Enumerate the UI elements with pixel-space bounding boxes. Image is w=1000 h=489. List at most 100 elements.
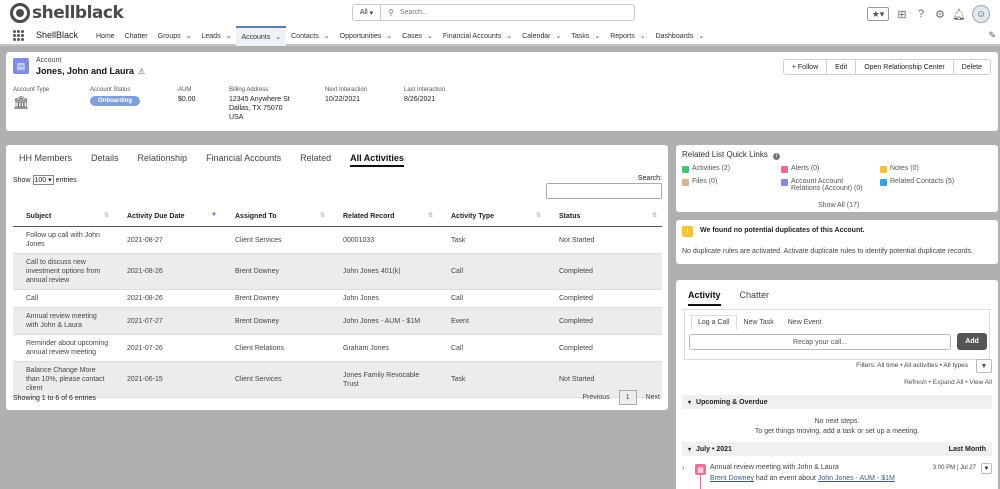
add-button[interactable]: Add	[957, 333, 987, 350]
search-input[interactable]	[399, 9, 634, 16]
gear-icon[interactable]: ⚙	[934, 8, 946, 21]
quick-link-icon	[880, 179, 887, 186]
tab-relationship[interactable]: Relationship	[138, 153, 188, 167]
nav-item-opportunities[interactable]: Opportunities ⌄	[335, 26, 398, 46]
event-title[interactable]: Annual review meeting with John & Laura	[710, 464, 839, 471]
quick-link-item[interactable]: Activities (2)	[682, 165, 730, 173]
column-header-activity-type[interactable]: Activity Type ⇅	[438, 207, 546, 227]
tab-details[interactable]: Details	[91, 153, 119, 167]
next-interaction-field: Next Interaction 10/22/2021	[325, 87, 368, 103]
tab-related[interactable]: Related	[300, 153, 331, 167]
table-cell: John Jones 401(k)	[330, 253, 438, 290]
table-row[interactable]: Reminder about upcoming annual review me…	[13, 334, 662, 362]
chevron-down-icon[interactable]: ⌄	[324, 32, 330, 40]
table-row[interactable]: Call 2021-08-26 Brent Downey John Jones Call…	[13, 289, 662, 308]
quick-link-icon	[781, 166, 788, 173]
tab-financial-accounts[interactable]: Financial Accounts	[206, 153, 281, 167]
nav-item-accounts[interactable]: Accounts ⌄	[236, 26, 287, 46]
chevron-right-icon[interactable]: ›	[682, 465, 684, 472]
delete-button[interactable]: Delete	[952, 59, 991, 75]
nav-item-cases[interactable]: Cases ⌄	[397, 26, 438, 46]
upcoming-overdue-section[interactable]: ▾ Upcoming & Overdue	[682, 395, 992, 409]
page-length-select[interactable]: 100 ▾	[32, 175, 54, 185]
chevron-down-icon[interactable]: ⌄	[698, 32, 704, 40]
avatar[interactable]: ☺	[972, 5, 990, 23]
nav-item-home[interactable]: Home	[91, 26, 120, 46]
tab-all-activities[interactable]: All Activities	[350, 153, 404, 167]
table-body: Follow up call with John Jones 2021-08-27…	[13, 226, 662, 398]
chevron-down-icon[interactable]: ⌄	[226, 32, 232, 40]
tab-activity[interactable]: Activity	[688, 290, 721, 306]
search-scope-dropdown[interactable]: All ▾	[353, 5, 381, 20]
quick-link-item[interactable]: Alerts (0)	[781, 165, 819, 173]
timeline-event: › ▦ Annual review meeting with John & La…	[682, 463, 992, 489]
table-row[interactable]: Follow up call with John Jones 2021-08-27…	[13, 226, 662, 254]
column-header-activity-due-date[interactable]: Activity Due Date ▼	[114, 207, 222, 227]
table-search-input[interactable]	[546, 183, 662, 199]
event-menu-icon[interactable]: ▼	[981, 463, 992, 474]
quick-link-icon	[781, 179, 788, 186]
chevron-down-icon[interactable]: ⌄	[275, 33, 281, 41]
quick-link-item[interactable]: Account Account Relations (Account) (0)	[781, 178, 869, 192]
nav-item-financial-accounts[interactable]: Financial Accounts ⌄	[438, 26, 517, 46]
add-icon[interactable]: ⊞	[896, 8, 908, 21]
tab-hh-members[interactable]: HH Members	[19, 153, 72, 167]
tab-new-task[interactable]: New Task	[737, 315, 781, 330]
timeline-links[interactable]: Refresh • Expand All • View All	[904, 379, 992, 386]
table-cell: Call	[438, 334, 546, 362]
tab-new-event[interactable]: New Event	[781, 315, 829, 330]
chevron-down-icon[interactable]: ⌄	[427, 32, 433, 40]
chevron-down-icon[interactable]: ⌄	[640, 32, 646, 40]
help-icon[interactable]: ?	[915, 8, 927, 20]
notifications-bell-icon[interactable]: 🔔︎	[952, 8, 966, 21]
previous-page-button[interactable]: Previous	[582, 394, 609, 401]
table-cell: Call	[13, 289, 114, 308]
shellblack-logo[interactable]: shellblack	[10, 3, 124, 23]
related-record-link[interactable]: John Jones - AUM - $1M	[818, 475, 895, 482]
chevron-down-icon[interactable]: ⌄	[506, 32, 512, 40]
edit-button[interactable]: Edit	[826, 59, 857, 75]
quick-link-item[interactable]: Related Contacts (5)	[880, 178, 954, 186]
event-icon: ▦	[695, 464, 706, 475]
chevron-down-icon[interactable]: ⌄	[556, 32, 562, 40]
table-row[interactable]: Call to discuss new investment options f…	[13, 253, 662, 290]
tab-chatter[interactable]: Chatter	[740, 290, 770, 306]
filter-icon[interactable]: ▼	[976, 359, 992, 373]
table-cell: Task	[438, 226, 546, 254]
chevron-down-icon[interactable]: ⌄	[386, 32, 392, 40]
nav-item-dashboards[interactable]: Dashboards ⌄	[651, 26, 710, 46]
quick-link-item[interactable]: Notes (0)	[880, 165, 919, 173]
nav-item-leads[interactable]: Leads ⌄	[197, 26, 237, 46]
table-row[interactable]: Annual review meeting with John & Laura 2…	[13, 307, 662, 335]
chevron-down-icon[interactable]: ⌄	[186, 32, 192, 40]
favorites-icon[interactable]: ★▾	[867, 7, 889, 21]
next-page-button[interactable]: Next	[646, 394, 660, 401]
page-1-button[interactable]: 1	[618, 390, 637, 405]
table-cell: Jones Family Revocable Trust	[330, 361, 438, 398]
nav-item-chatter[interactable]: Chatter	[120, 26, 153, 46]
no-next-steps-hint: To get things moving, add a task or set …	[754, 428, 920, 435]
chevron-down-icon[interactable]: ⌄	[594, 32, 600, 40]
nav-item-tasks[interactable]: Tasks ⌄	[566, 26, 605, 46]
column-header-related-record[interactable]: Related Record ⇅	[330, 207, 438, 227]
nav-item-calendar[interactable]: Calendar ⌄	[517, 26, 566, 46]
show-all-link[interactable]: Show All (17)	[818, 202, 859, 209]
nav-item-contacts[interactable]: Contacts ⌄	[286, 26, 335, 46]
table-cell: 2021-06-15	[114, 361, 222, 398]
hierarchy-icon[interactable]: ⚠︎	[138, 67, 145, 76]
table-row[interactable]: Balance Change More than 10%, please con…	[13, 361, 662, 398]
owner-link[interactable]: Brent Downey	[710, 475, 754, 482]
follow-button[interactable]: + Follow	[782, 59, 828, 75]
column-header-assigned-to[interactable]: Assigned To ⇅	[222, 207, 330, 227]
month-section[interactable]: ▾ July • 2021 Last Month	[682, 442, 992, 456]
edit-nav-icon[interactable]: ✎	[988, 30, 996, 41]
tab-log-a-call[interactable]: Log a Call	[691, 315, 737, 330]
column-header-status[interactable]: Status ⇅	[546, 207, 662, 227]
column-header-subject[interactable]: Subject ⇅	[13, 207, 114, 227]
recap-call-input[interactable]: Recap your call...	[689, 334, 951, 350]
app-launcher-icon[interactable]	[13, 30, 24, 41]
quick-link-item[interactable]: Files (0)	[682, 178, 717, 186]
nav-item-reports[interactable]: Reports ⌄	[605, 26, 650, 46]
nav-item-groups[interactable]: Groups ⌄	[153, 26, 197, 46]
open-relationship-center-button[interactable]: Open Relationship Center	[855, 59, 954, 75]
